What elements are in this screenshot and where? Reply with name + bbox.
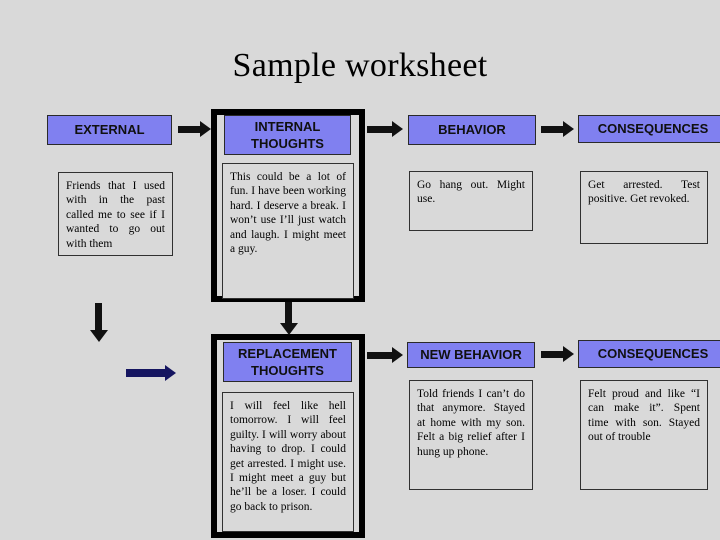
cell-behavior: Go hang out. Might use. <box>409 171 533 231</box>
header-consequences-bottom[interactable]: CONSEQUENCES <box>578 340 720 368</box>
cell-consequences-bottom: Felt proud and like “I can make it”. Spe… <box>580 380 708 490</box>
header-consequences-top[interactable]: CONSEQUENCES <box>578 115 720 143</box>
header-internal-thoughts-line2: THOUGHTS <box>251 136 324 151</box>
header-new-behavior-label: NEW BEHAVIOR <box>420 347 522 362</box>
cell-new-behavior: Told friends I can’t do that anymore. St… <box>409 380 533 490</box>
page-title: Sample worksheet <box>232 47 488 84</box>
header-consequences-top-label: CONSEQUENCES <box>597 121 709 136</box>
cell-consequences-top: Get arrested. Test positive. Get revoked… <box>580 171 708 244</box>
header-replacement-thoughts-line2: THOUGHTS <box>251 363 324 378</box>
header-behavior-label: BEHAVIOR <box>438 122 506 137</box>
worksheet-canvas: Sample worksheet EXTERNAL INTERNAL THOUG… <box>0 0 720 540</box>
header-behavior[interactable]: BEHAVIOR <box>408 115 536 145</box>
header-external[interactable]: EXTERNAL <box>47 115 172 145</box>
header-external-label: EXTERNAL <box>74 122 145 137</box>
header-replacement-thoughts[interactable]: REPLACEMENT THOUGHTS <box>223 342 352 382</box>
header-replacement-thoughts-line1: REPLACEMENT <box>238 346 337 361</box>
cell-external: Friends that I used with in the past cal… <box>58 172 173 256</box>
header-consequences-bottom-label: CONSEQUENCES <box>597 346 709 361</box>
cell-internal-thoughts: This could be a lot of fun. I have been … <box>222 163 354 299</box>
cell-replacement-thoughts: I will feel like hell tomorrow. I will f… <box>222 392 354 532</box>
header-internal-thoughts-line1: INTERNAL <box>254 119 321 134</box>
header-internal-thoughts[interactable]: INTERNAL THOUGHTS <box>224 115 351 155</box>
header-new-behavior[interactable]: NEW BEHAVIOR <box>407 342 535 368</box>
